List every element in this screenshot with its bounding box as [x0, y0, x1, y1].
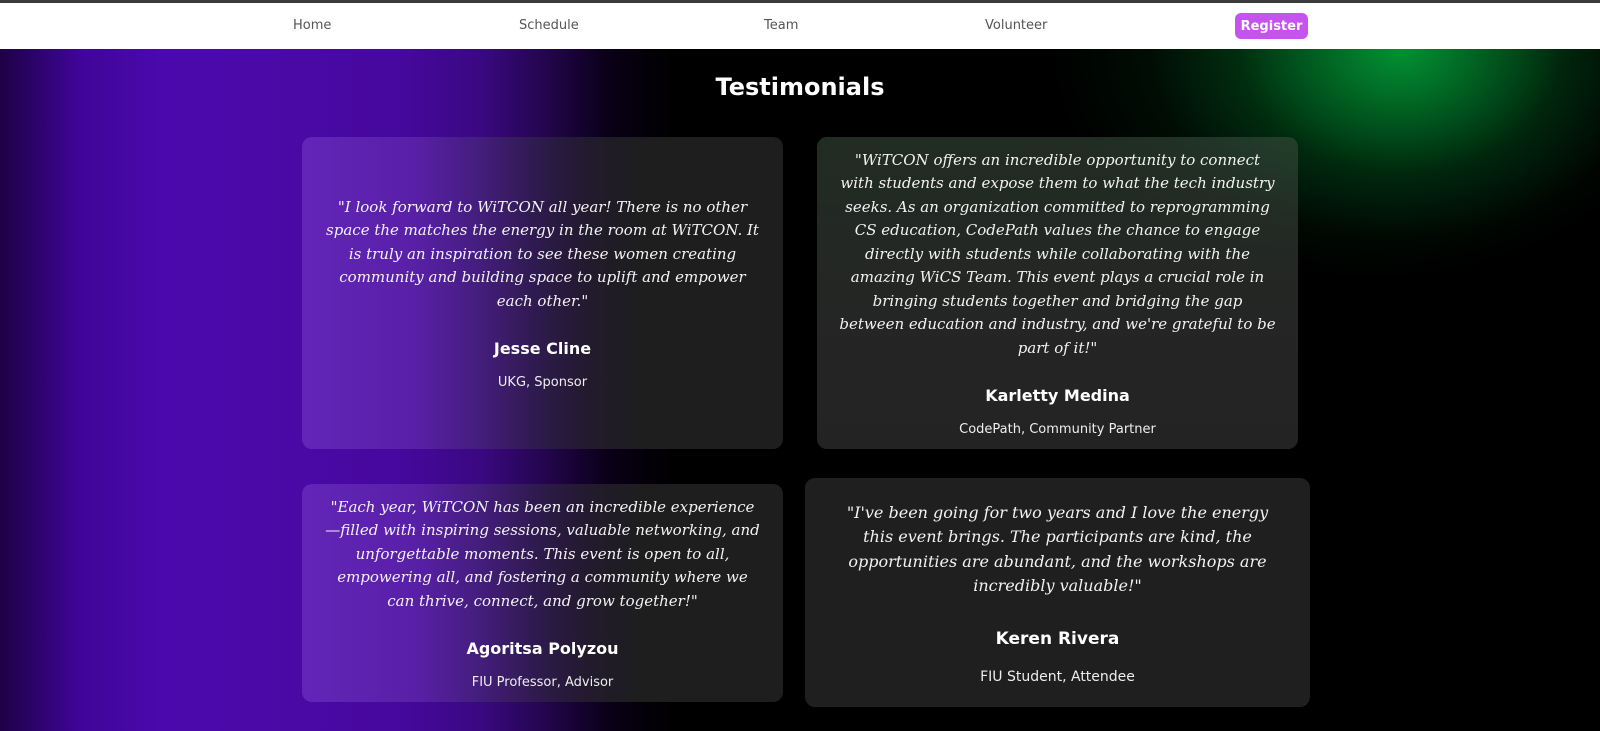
- testimonial-card: "I've been going for two years and I lov…: [805, 478, 1310, 707]
- testimonial-quote: "I've been going for two years and I lov…: [846, 502, 1269, 596]
- testimonials-section: Testimonials "I look forward to WiTCON a…: [0, 49, 1600, 731]
- nav-link-volunteer[interactable]: Volunteer: [985, 18, 1047, 33]
- testimonial-author-name: Karletty Medina: [985, 386, 1130, 406]
- top-navigation-bar: Home Schedule Team Volunteer Register: [0, 3, 1600, 49]
- section-title: Testimonials: [715, 73, 885, 101]
- testimonial-author-name: Agoritsa Polyzou: [466, 639, 619, 659]
- testimonial-quote: "Each year, WiTCON has been an incredibl…: [325, 497, 760, 610]
- nav-link-home[interactable]: Home: [293, 18, 331, 33]
- nav-link-schedule[interactable]: Schedule: [519, 18, 579, 33]
- testimonial-quote: "WiTCON offers an incredible opportunity…: [839, 150, 1276, 357]
- testimonial-author-role: CodePath, Community Partner: [959, 422, 1156, 438]
- nav-link-team[interactable]: Team: [764, 18, 798, 33]
- register-button[interactable]: Register: [1235, 13, 1308, 39]
- testimonial-card: "Each year, WiTCON has been an incredibl…: [302, 484, 783, 702]
- testimonial-quote: "I look forward to WiTCON all year! Ther…: [326, 197, 759, 310]
- testimonial-author-role: UKG, Sponsor: [497, 375, 588, 391]
- testimonial-author-role: FIU Student, Attendee: [980, 668, 1135, 685]
- testimonial-author-name: Keren Rivera: [995, 628, 1120, 649]
- testimonial-author-role: FIU Professor, Advisor: [471, 675, 614, 691]
- testimonial-author-name: Jesse Cline: [493, 339, 592, 359]
- testimonial-card: "WiTCON offers an incredible opportunity…: [817, 137, 1298, 449]
- testimonial-card: "I look forward to WiTCON all year! Ther…: [302, 137, 783, 449]
